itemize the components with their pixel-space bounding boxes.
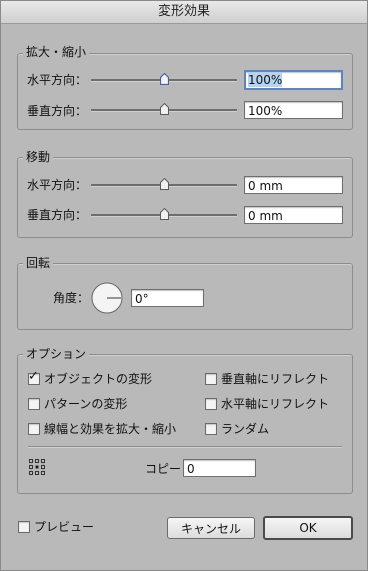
scale-group-title: 拡大・縮小: [23, 45, 90, 59]
checkbox-label: パターンの変形: [44, 397, 128, 411]
angle-input[interactable]: 0°: [131, 289, 204, 307]
move-vertical-label: 垂直方向：: [27, 208, 88, 222]
move-horizontal-slider[interactable]: [91, 178, 237, 190]
checkbox-label: 垂直軸にリフレクト: [221, 372, 330, 386]
transform-effect-dialog: 変形効果 拡大・縮小 水平方向： 100% 垂直方向： 100% 移動 水平方向…: [0, 0, 368, 571]
checkbox-label: 水平軸にリフレクト: [221, 397, 330, 411]
rotate-group-title: 回転: [23, 256, 54, 270]
dialog-title: 変形効果: [1, 1, 367, 24]
checkbox-box[interactable]: [18, 521, 30, 533]
copies-label: コピー: [145, 462, 182, 476]
checkbox-label: プレビュー: [34, 520, 95, 534]
checkmark-icon: ✓: [28, 369, 39, 384]
scale-horizontal-slider[interactable]: [91, 73, 237, 85]
angle-label: 角度：: [53, 291, 90, 305]
options-group-title: オプション: [23, 347, 90, 361]
cancel-button[interactable]: キャンセル: [167, 517, 255, 539]
ok-button[interactable]: OK: [263, 516, 353, 540]
move-group-title: 移動: [23, 150, 54, 164]
slider-thumb[interactable]: [159, 73, 169, 85]
move-vertical-input[interactable]: 0 mm: [244, 206, 343, 224]
checkbox-box[interactable]: [205, 373, 217, 385]
selected-text: 100%: [248, 73, 283, 87]
checkbox-label: オブジェクトの変形: [44, 372, 153, 386]
checkbox-label: 線幅と効果を拡大・縮小: [44, 422, 177, 436]
move-vertical-slider[interactable]: [91, 208, 237, 220]
scale-horizontal-label: 水平方向：: [27, 73, 88, 87]
scale-horizontal-input[interactable]: 100%: [244, 70, 343, 90]
checkbox-box[interactable]: ✓: [28, 369, 40, 385]
move-horizontal-label: 水平方向：: [27, 178, 88, 192]
move-horizontal-input[interactable]: 0 mm: [244, 176, 343, 194]
slider-thumb[interactable]: [159, 178, 169, 190]
copies-input[interactable]: 0: [183, 459, 256, 477]
slider-thumb[interactable]: [159, 208, 169, 220]
checkbox-box[interactable]: [205, 423, 217, 435]
options-divider: [28, 446, 342, 448]
checkbox-box[interactable]: [28, 398, 40, 410]
scale-vertical-input[interactable]: 100%: [244, 101, 343, 119]
slider-thumb[interactable]: [159, 103, 169, 115]
scale-vertical-slider[interactable]: [91, 103, 237, 115]
checkbox-box[interactable]: [28, 423, 40, 435]
move-group: [17, 157, 353, 238]
checkbox-label: ランダム: [221, 422, 270, 436]
reference-point-icon[interactable]: [28, 458, 46, 476]
scale-vertical-label: 垂直方向：: [27, 104, 88, 118]
angle-dial-icon[interactable]: [91, 282, 123, 314]
checkbox-box[interactable]: [205, 398, 217, 410]
